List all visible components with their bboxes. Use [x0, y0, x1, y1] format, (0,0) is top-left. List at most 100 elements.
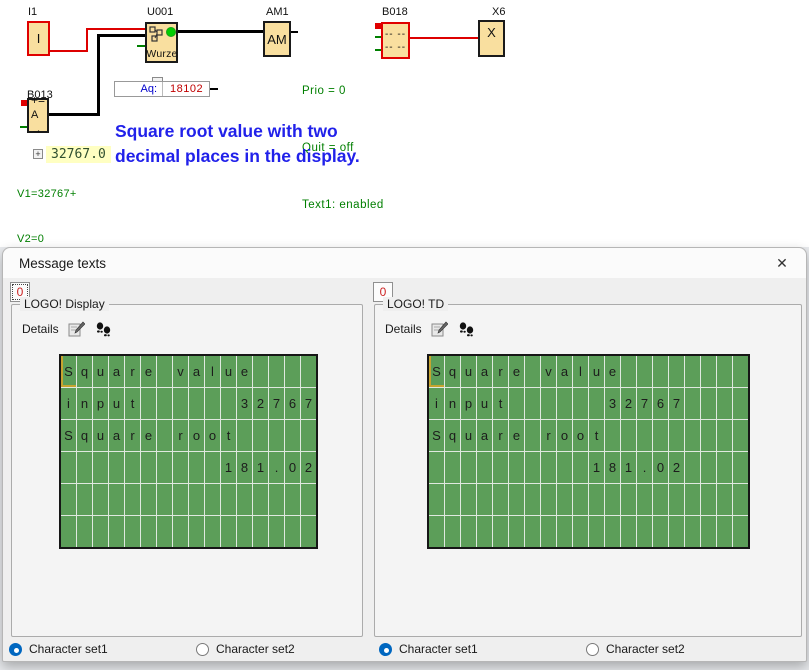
radio-td-charset2[interactable]: Character set2: [586, 642, 685, 656]
lcd-cell[interactable]: [173, 516, 188, 547]
lcd-cell[interactable]: [493, 452, 508, 483]
lcd-cell[interactable]: [269, 356, 284, 387]
lcd-cell[interactable]: 6: [285, 388, 300, 419]
lcd-cell[interactable]: [589, 484, 604, 515]
lcd-cell[interactable]: [717, 420, 732, 451]
lcd-cell[interactable]: [493, 484, 508, 515]
lcd-cell[interactable]: [541, 484, 556, 515]
lcd-cell[interactable]: [429, 452, 444, 483]
lcd-cell[interactable]: u: [221, 356, 236, 387]
lcd-cell[interactable]: [157, 388, 172, 419]
lcd-cell[interactable]: [557, 452, 572, 483]
lcd-cell[interactable]: [141, 452, 156, 483]
lcd-cell[interactable]: i: [61, 388, 76, 419]
lcd-cell[interactable]: u: [589, 356, 604, 387]
edit-details-icon[interactable]: [431, 320, 449, 337]
lcd-cell[interactable]: [541, 516, 556, 547]
lcd-cell[interactable]: n: [77, 388, 92, 419]
block-b013[interactable]: += A →: [27, 98, 49, 133]
lcd-cell[interactable]: o: [189, 420, 204, 451]
lcd-cell[interactable]: [237, 420, 252, 451]
lcd-cell[interactable]: [189, 452, 204, 483]
lcd-cell[interactable]: o: [205, 420, 220, 451]
lcd-cell[interactable]: 0: [285, 452, 300, 483]
lcd-cell[interactable]: p: [461, 388, 476, 419]
lcd-cell[interactable]: e: [237, 356, 252, 387]
lcd-cell[interactable]: 8: [237, 452, 252, 483]
lcd-cell[interactable]: [509, 452, 524, 483]
block-b018[interactable]: -- -- -- --: [381, 22, 410, 59]
lcd-cell[interactable]: [301, 356, 316, 387]
lcd-cell[interactable]: u: [109, 388, 124, 419]
lcd-cell[interactable]: [685, 452, 700, 483]
lcd-cell[interactable]: [93, 484, 108, 515]
lcd-cell[interactable]: 2: [301, 452, 316, 483]
lcd-cell[interactable]: [669, 356, 684, 387]
lcd-cell[interactable]: S: [429, 420, 444, 451]
lcd-cell[interactable]: [77, 484, 92, 515]
lcd-cell[interactable]: i: [429, 388, 444, 419]
lcd-cell[interactable]: .: [637, 452, 652, 483]
lcd-cell[interactable]: [61, 484, 76, 515]
lcd-cell[interactable]: [237, 484, 252, 515]
lcd-cell[interactable]: [621, 420, 636, 451]
lcd-cell[interactable]: u: [477, 388, 492, 419]
lcd-cell[interactable]: [109, 516, 124, 547]
lcd-cell[interactable]: [669, 484, 684, 515]
lcd-cell[interactable]: [205, 484, 220, 515]
close-icon[interactable]: ✕: [770, 251, 794, 275]
lcd-cell[interactable]: q: [77, 356, 92, 387]
lcd-cell[interactable]: a: [189, 356, 204, 387]
lcd-cell[interactable]: .: [269, 452, 284, 483]
lcd-cell[interactable]: [189, 516, 204, 547]
lcd-cell[interactable]: r: [493, 420, 508, 451]
lcd-cell[interactable]: [93, 516, 108, 547]
lcd-cell[interactable]: [685, 420, 700, 451]
lcd-cell[interactable]: o: [557, 420, 572, 451]
radio-display-charset1[interactable]: Character set1: [9, 642, 108, 656]
lcd-cell[interactable]: [525, 356, 540, 387]
lcd-cell[interactable]: e: [605, 356, 620, 387]
lcd-cell[interactable]: [157, 516, 172, 547]
lcd-cell[interactable]: [285, 356, 300, 387]
lcd-cell[interactable]: [573, 388, 588, 419]
lcd-cell[interactable]: [573, 484, 588, 515]
lcd-cell[interactable]: [301, 420, 316, 451]
lcd-cell[interactable]: [733, 388, 748, 419]
lcd-cell[interactable]: t: [125, 388, 140, 419]
lcd-cell[interactable]: [573, 516, 588, 547]
lcd-cell[interactable]: [141, 484, 156, 515]
lcd-cell[interactable]: [717, 452, 732, 483]
lcd-cell[interactable]: [557, 484, 572, 515]
lcd-cell[interactable]: [285, 484, 300, 515]
lcd-cell[interactable]: a: [109, 356, 124, 387]
lcd-cell[interactable]: [685, 516, 700, 547]
ticker-footprints-icon[interactable]: [95, 320, 113, 337]
lcd-cell[interactable]: n: [445, 388, 460, 419]
lcd-cell[interactable]: [493, 516, 508, 547]
lcd-cell[interactable]: [221, 484, 236, 515]
lcd-cell[interactable]: [589, 388, 604, 419]
lcd-cell[interactable]: [541, 388, 556, 419]
lcd-cell[interactable]: [253, 420, 268, 451]
lcd-cell[interactable]: [653, 484, 668, 515]
lcd-cell[interactable]: [701, 420, 716, 451]
lcd-cell[interactable]: [525, 516, 540, 547]
lcd-cell[interactable]: v: [173, 356, 188, 387]
lcd-cell[interactable]: r: [493, 356, 508, 387]
lcd-cell[interactable]: [701, 388, 716, 419]
lcd-cell[interactable]: [701, 516, 716, 547]
lcd-cell[interactable]: [445, 516, 460, 547]
lcd-cell[interactable]: r: [173, 420, 188, 451]
lcd-cell[interactable]: [589, 516, 604, 547]
lcd-cell[interactable]: [733, 484, 748, 515]
lcd-cell[interactable]: [205, 452, 220, 483]
lcd-cell[interactable]: r: [125, 356, 140, 387]
lcd-cell[interactable]: 1: [589, 452, 604, 483]
lcd-cell[interactable]: [285, 420, 300, 451]
lcd-cell[interactable]: t: [589, 420, 604, 451]
block-am1[interactable]: AM: [263, 21, 291, 57]
lcd-cell[interactable]: [477, 516, 492, 547]
lcd-grid-display[interactable]: Squarevalueinput32767Squareroot181.02: [59, 354, 318, 549]
lcd-cell[interactable]: [253, 516, 268, 547]
